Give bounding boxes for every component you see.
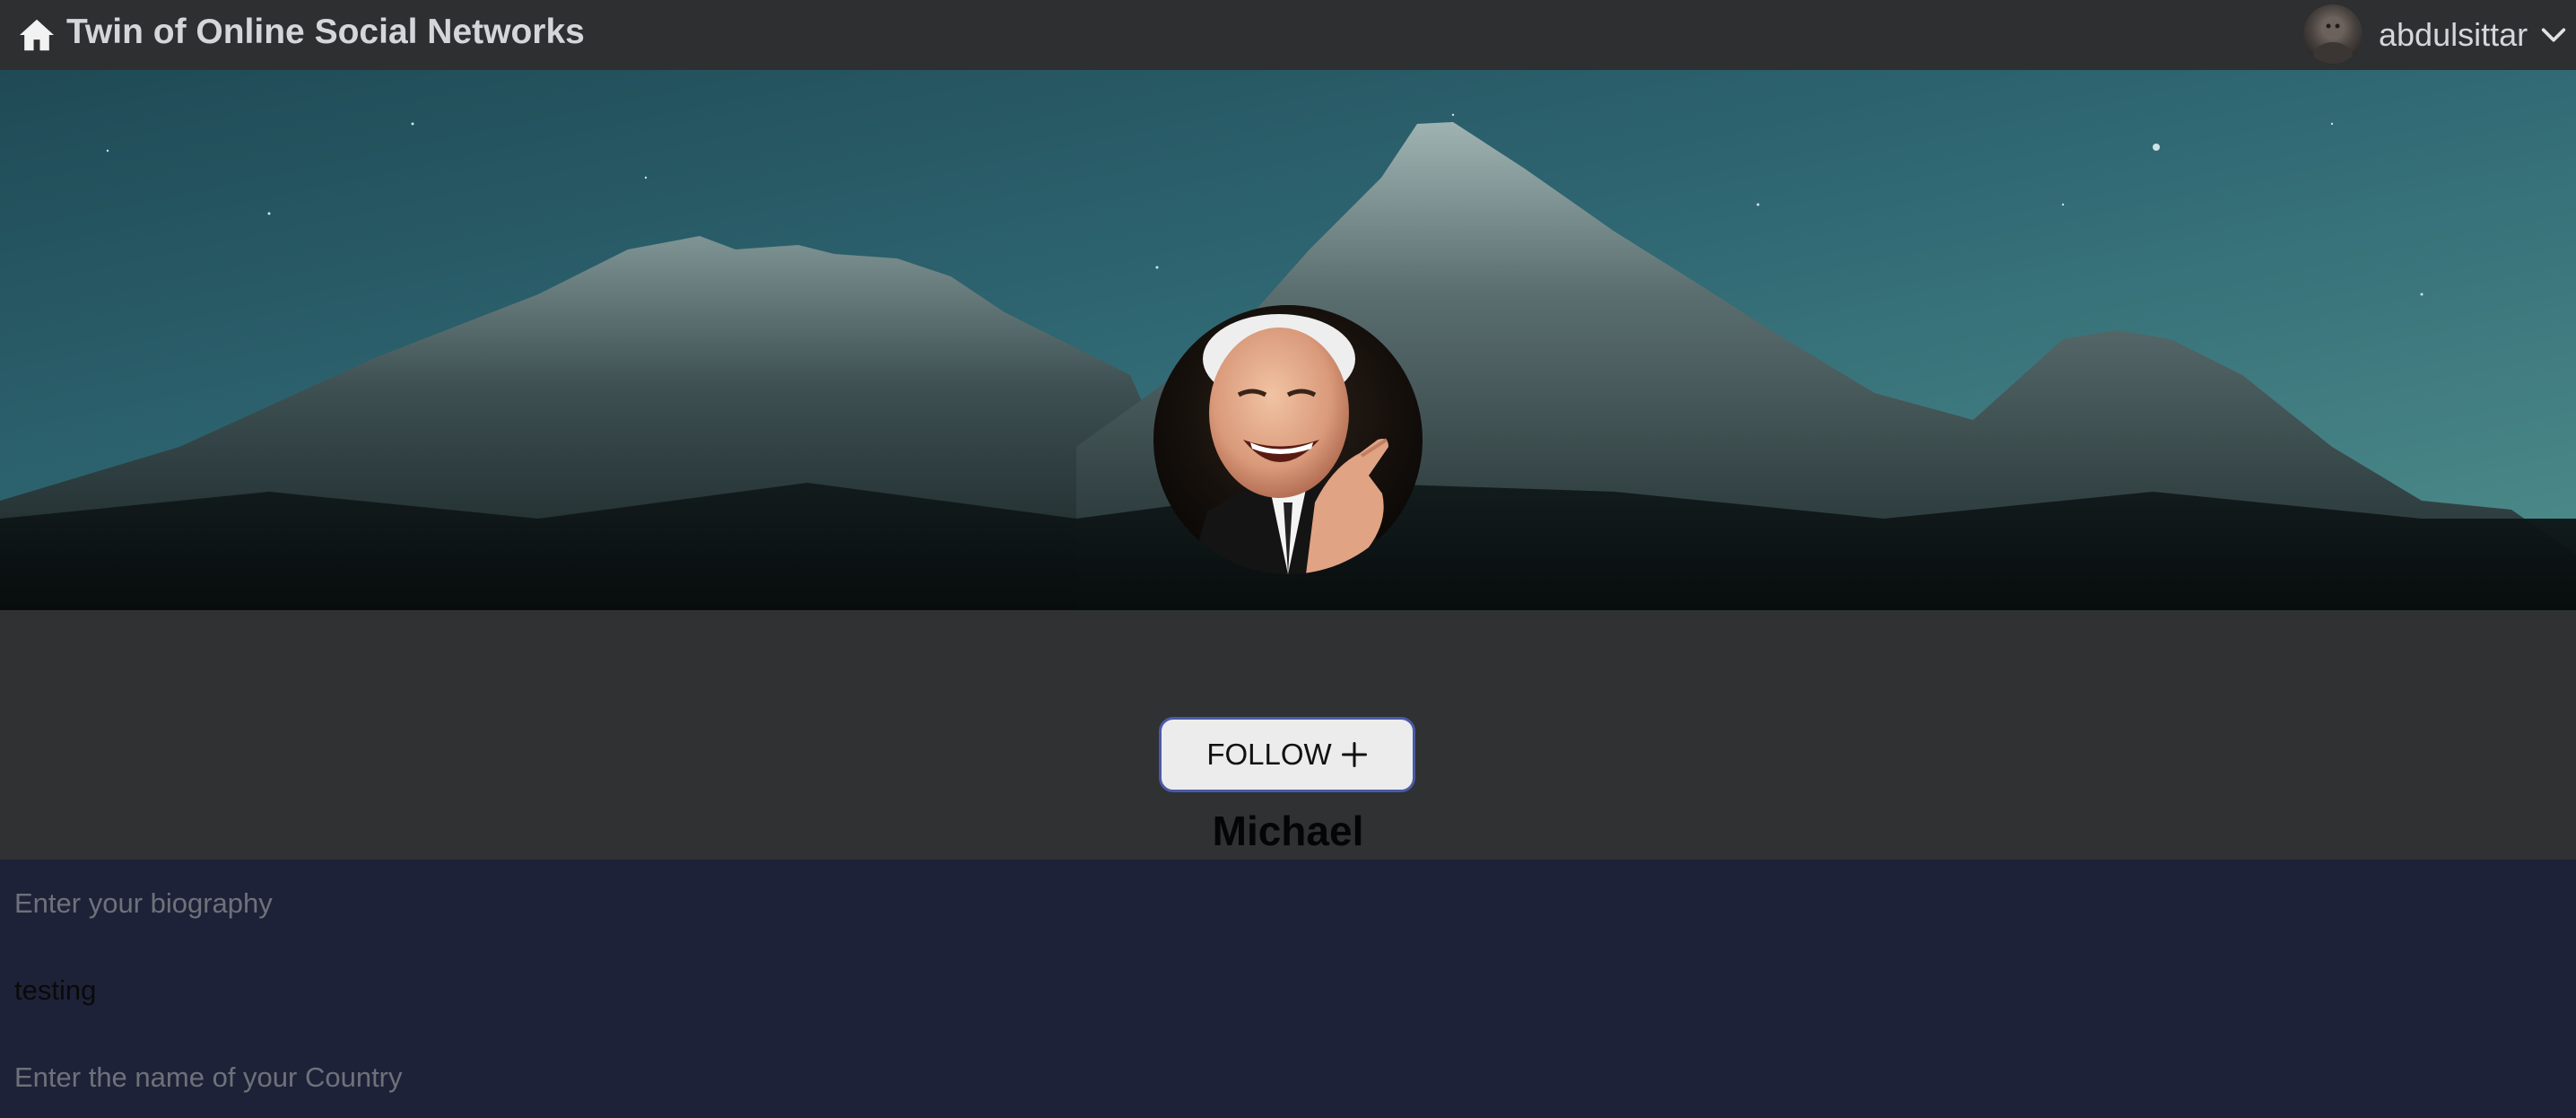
follow-button[interactable]: FOLLOW	[1159, 717, 1415, 792]
app-title[interactable]: Twin of Online Social Networks	[66, 13, 585, 52]
profile-name: Michael	[1212, 808, 1364, 854]
username-label[interactable]: abdulsittar	[2379, 16, 2528, 54]
profile-picture[interactable]	[1153, 305, 1423, 574]
chevron-down-icon	[2541, 28, 2566, 42]
user-avatar[interactable]	[2303, 4, 2363, 64]
biography-input[interactable]	[14, 879, 2562, 928]
biography-value[interactable]: testing	[14, 966, 2562, 1015]
home-icon	[20, 19, 54, 51]
home-button[interactable]	[16, 16, 57, 54]
top-navbar: Twin of Online Social Networks abdulsitt…	[0, 0, 2576, 70]
plus-icon	[1341, 742, 1367, 767]
country-input[interactable]	[14, 1053, 2562, 1102]
user-menu-toggle[interactable]	[2538, 20, 2569, 50]
follow-label: FOLLOW	[1206, 738, 1332, 771]
